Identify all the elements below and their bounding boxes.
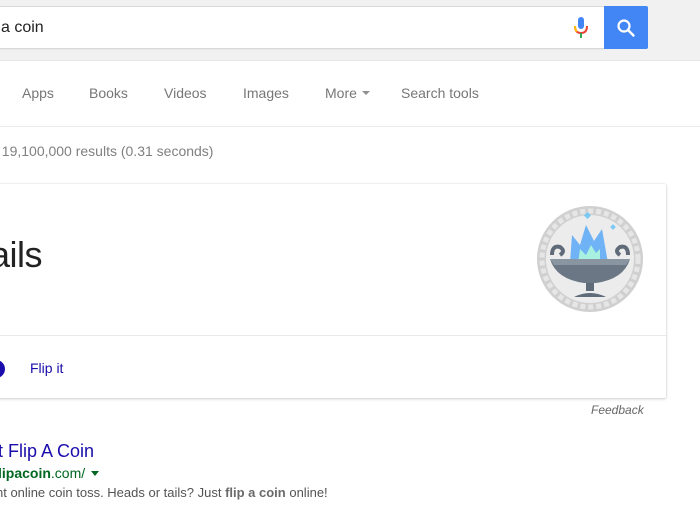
tab-books[interactable]: Books bbox=[89, 85, 128, 101]
tab-apps[interactable]: Apps bbox=[22, 85, 54, 101]
result-title-link[interactable]: t Flip A Coin bbox=[0, 441, 94, 462]
search-button[interactable] bbox=[604, 6, 648, 49]
result-stats: t 19,100,000 results (0.31 seconds) bbox=[0, 143, 214, 159]
search-input[interactable] bbox=[1, 7, 541, 48]
result-url-domain: lipacoin bbox=[0, 465, 51, 481]
microphone-icon[interactable] bbox=[573, 17, 589, 41]
tab-more[interactable]: More bbox=[325, 85, 370, 101]
search-tools-button[interactable]: Search tools bbox=[401, 85, 479, 101]
caret-down-icon bbox=[361, 91, 370, 96]
snippet-text: nt online coin toss. Heads or tails? Jus… bbox=[0, 485, 226, 500]
search-tabs: Apps Books Videos Images More Search too… bbox=[0, 61, 700, 127]
tab-more-label: More bbox=[325, 85, 357, 101]
magnifier-icon bbox=[617, 18, 635, 37]
coin-tails-icon bbox=[537, 206, 643, 312]
result-snippet: nt online coin toss. Heads or tails? Jus… bbox=[0, 485, 328, 500]
snippet-highlight: flip a coin bbox=[225, 485, 286, 500]
search-header bbox=[0, 0, 700, 61]
coin-result: ails bbox=[0, 234, 43, 275]
search-box bbox=[0, 6, 605, 49]
result-url-path: .com/ bbox=[50, 465, 86, 481]
feedback-link[interactable]: Feedback bbox=[591, 403, 644, 417]
result-url: lipacoin.com/ bbox=[0, 465, 100, 481]
snippet-text-end: online! bbox=[285, 485, 328, 500]
coin-flip-card: ails Flip it bbox=[0, 184, 666, 398]
caret-down-icon[interactable] bbox=[91, 470, 100, 476]
tab-videos[interactable]: Videos bbox=[164, 85, 207, 101]
card-divider bbox=[0, 335, 666, 336]
flip-it-button[interactable]: Flip it bbox=[30, 360, 63, 376]
flip-icon[interactable] bbox=[0, 360, 5, 378]
tab-images[interactable]: Images bbox=[243, 85, 289, 101]
